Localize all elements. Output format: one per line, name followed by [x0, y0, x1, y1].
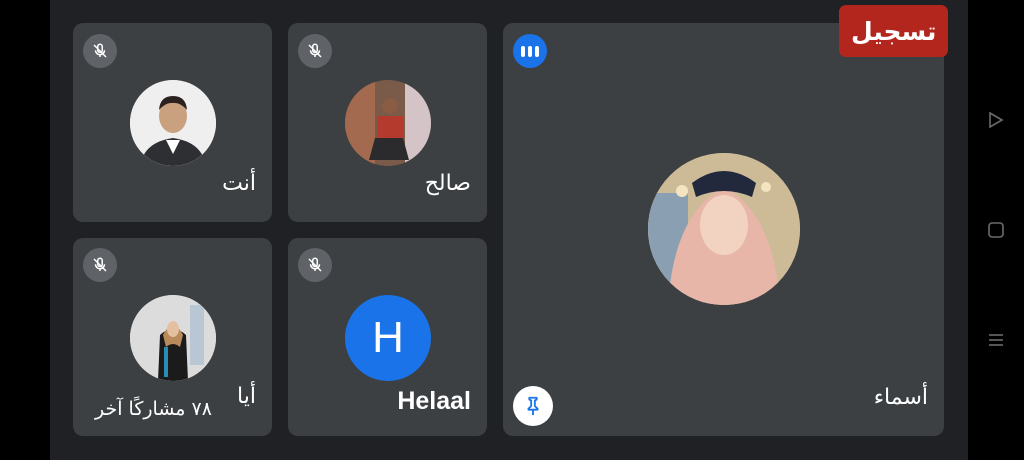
pin-icon[interactable] — [513, 386, 553, 426]
mic-off-icon — [298, 248, 332, 282]
participant-tile-aya[interactable]: أيا ٧٨ مشاركًا آخر — [73, 238, 272, 436]
meeting-stage: أنت صالح أسماء أيا ٧٨ مشاركًا آخر H Hela… — [50, 0, 968, 460]
avatar-initial: H — [345, 295, 431, 381]
nav-recents-icon[interactable] — [986, 330, 1006, 350]
recording-label: تسجيل — [851, 16, 937, 46]
avatar — [648, 153, 800, 305]
participant-name: Helaal — [397, 387, 471, 415]
avatar — [345, 80, 431, 166]
participant-tile-asmaa[interactable]: أسماء — [503, 23, 944, 436]
others-count-label: ٧٨ مشاركًا آخر — [95, 398, 212, 420]
participant-name: أيا — [237, 384, 256, 409]
participant-name: أسماء — [873, 385, 928, 410]
mic-off-icon — [298, 34, 332, 68]
avatar — [130, 80, 216, 166]
avatar-letter: H — [372, 313, 404, 362]
others-count-chip[interactable]: ٧٨ مشاركًا آخر — [81, 389, 226, 429]
participant-name: صالح — [424, 171, 471, 196]
system-nav-bar — [968, 0, 1024, 460]
mic-off-icon — [83, 248, 117, 282]
nav-home-icon[interactable] — [986, 220, 1006, 240]
participant-name: أنت — [222, 171, 256, 196]
avatar — [130, 295, 216, 381]
speaking-indicator-icon — [513, 34, 547, 68]
recording-badge: تسجيل — [839, 5, 949, 57]
mic-off-icon — [83, 34, 117, 68]
participant-tile-you[interactable]: أنت — [73, 23, 272, 222]
participant-tile-helaal[interactable]: H Helaal — [288, 238, 487, 436]
participant-tile-saleh[interactable]: صالح — [288, 23, 487, 222]
nav-back-icon[interactable] — [986, 110, 1006, 130]
